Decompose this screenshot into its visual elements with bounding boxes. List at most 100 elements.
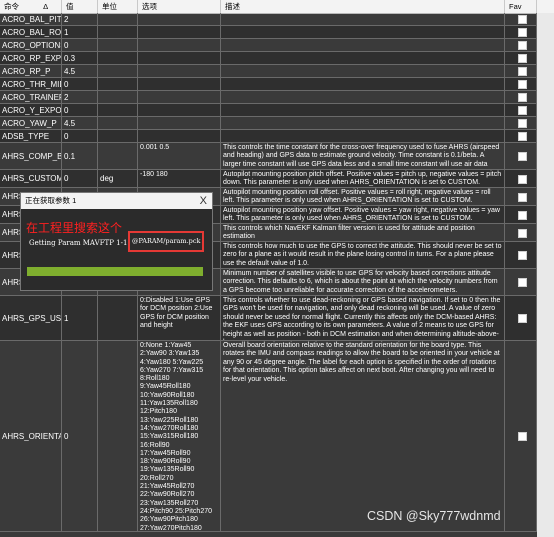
param-value[interactable]: 4.5 — [62, 65, 98, 77]
fav-cell — [505, 91, 537, 103]
param-desc: This controls the time constant for the … — [221, 143, 505, 169]
param-value[interactable]: 1 — [62, 26, 98, 38]
param-unit — [98, 65, 138, 77]
header-value[interactable]: 值 — [62, 0, 98, 13]
param-desc — [221, 117, 505, 129]
fav-cell — [505, 117, 537, 129]
table-row[interactable]: ACRO_YAW_P 4.5 — [0, 117, 554, 130]
fav-checkbox[interactable] — [518, 132, 527, 141]
param-desc — [221, 52, 505, 64]
fav-checkbox[interactable] — [518, 41, 527, 50]
param-unit — [98, 26, 138, 38]
table-row[interactable]: AHRS_COMP_BETA0.1 0.001 0.5This controls … — [0, 143, 554, 170]
table-row[interactable]: ACRO_RP_P 4.5 — [0, 65, 554, 78]
param-desc: This controls how much to use the GPS to… — [221, 242, 505, 268]
table-row[interactable]: ACRO_THR_MID 0 — [0, 78, 554, 91]
fav-checkbox[interactable] — [518, 174, 527, 184]
param-value[interactable]: 0.1 — [62, 143, 98, 169]
vertical-scrollbar[interactable] — [537, 13, 554, 537]
header-name[interactable]: 命令 Δ — [0, 0, 62, 13]
param-unit — [98, 130, 138, 142]
fav-cell — [505, 206, 537, 223]
table-row[interactable]: ADSB_TYPE 0 — [0, 130, 554, 143]
fav-checkbox[interactable] — [518, 251, 527, 260]
param-value[interactable]: 0 — [62, 170, 98, 187]
fav-checkbox[interactable] — [518, 93, 527, 102]
fav-checkbox[interactable] — [518, 15, 527, 24]
param-options — [138, 78, 221, 90]
table-row[interactable]: AHRS_CUSTOM_PIT0deg-180 180Autopilot mou… — [0, 170, 554, 188]
table-row[interactable]: ACRO_OPTIONS 0 — [0, 39, 554, 52]
param-value[interactable]: 0 — [62, 341, 98, 531]
table-row[interactable]: ACRO_TRAINER 2 — [0, 91, 554, 104]
param-value[interactable]: 0 — [62, 78, 98, 90]
param-name: AHRS_COMP_BETA — [0, 143, 62, 169]
fav-cell — [505, 224, 537, 241]
param-value[interactable]: 4.5 — [62, 117, 98, 129]
param-desc: Overall board orientation relative to th… — [221, 341, 505, 531]
header-unit[interactable]: 单位 — [98, 0, 138, 13]
param-unit — [98, 91, 138, 103]
param-value[interactable]: 2 — [62, 91, 98, 103]
fav-checkbox[interactable] — [518, 152, 527, 161]
table-row[interactable]: AHRS_GPS_USE 1 0:Disabled 1:Use GPS for DC… — [0, 296, 554, 341]
fav-checkbox[interactable] — [518, 119, 527, 128]
fav-cell — [505, 39, 537, 51]
param-value[interactable]: 0.3 — [62, 52, 98, 64]
param-unit: deg — [98, 170, 138, 187]
param-unit — [98, 117, 138, 129]
param-desc — [221, 130, 505, 142]
fav-checkbox[interactable] — [518, 278, 527, 287]
param-desc — [221, 65, 505, 77]
fav-checkbox[interactable] — [518, 432, 527, 441]
fav-cell — [505, 269, 537, 295]
header-desc[interactable]: 描述 — [221, 0, 505, 13]
param-name: ACRO_Y_EXPO — [2, 104, 62, 116]
param-value[interactable]: 2 — [62, 13, 98, 25]
header-options[interactable]: 选项 — [138, 0, 221, 13]
fav-cell — [505, 143, 537, 169]
param-desc — [221, 13, 505, 25]
table-row[interactable]: ACRO_BAL_PITCH2 — [0, 13, 554, 26]
param-unit — [98, 52, 138, 64]
fav-cell — [505, 188, 537, 205]
table-row[interactable]: ACRO_Y_EXPO 0 — [0, 104, 554, 117]
table-row[interactable]: AHRS_ORIENTATION0 0:None 1:Yaw45 2:Yaw90 … — [0, 341, 554, 532]
fav-checkbox[interactable] — [518, 210, 527, 220]
param-name: ACRO_OPTIONS — [2, 39, 62, 51]
param-unit — [98, 143, 138, 169]
header-fav[interactable]: Fav — [505, 0, 537, 13]
param-options — [138, 104, 221, 116]
param-options — [138, 39, 221, 51]
fav-cell — [505, 52, 537, 64]
grid-header: 命令 Δ 值 单位 选项 描述 Fav — [0, 0, 554, 14]
param-desc — [221, 78, 505, 90]
param-value[interactable]: 1 — [62, 296, 98, 340]
param-desc — [221, 91, 505, 103]
table-row[interactable]: ACRO_RP_EXPO 0.3 — [0, 52, 554, 65]
param-name: ACRO_BAL_ROLL — [2, 26, 62, 38]
fav-checkbox[interactable] — [518, 192, 527, 202]
param-options — [138, 52, 221, 64]
param-options: 0:None 1:Yaw45 2:Yaw90 3:Yaw135 4:Yaw180… — [138, 341, 221, 531]
param-value[interactable]: 0 — [62, 104, 98, 116]
param-value[interactable]: 0 — [62, 130, 98, 142]
table-row[interactable]: ACRO_BAL_ROLL1 — [0, 26, 554, 39]
param-desc: Autopilot mounting position roll offset.… — [221, 188, 505, 205]
param-options — [138, 13, 221, 25]
fav-checkbox[interactable] — [518, 54, 527, 63]
fav-checkbox[interactable] — [518, 80, 527, 89]
param-value[interactable]: 0 — [62, 39, 98, 51]
fav-checkbox[interactable] — [518, 67, 527, 76]
param-name: ADSB_TYPE — [0, 130, 62, 142]
param-name: ACRO_RP_EXPO — [2, 52, 62, 64]
fav-checkbox[interactable] — [518, 228, 527, 238]
param-desc — [221, 104, 505, 116]
watermark: CSDN @Sky777wdnmd — [367, 509, 501, 523]
fav-checkbox[interactable] — [518, 314, 527, 323]
close-icon[interactable]: X — [200, 193, 207, 209]
param-desc: Minimum number of satellites visible to … — [221, 269, 505, 295]
fav-cell — [505, 341, 537, 531]
fav-checkbox[interactable] — [518, 28, 527, 37]
fav-checkbox[interactable] — [518, 106, 527, 115]
